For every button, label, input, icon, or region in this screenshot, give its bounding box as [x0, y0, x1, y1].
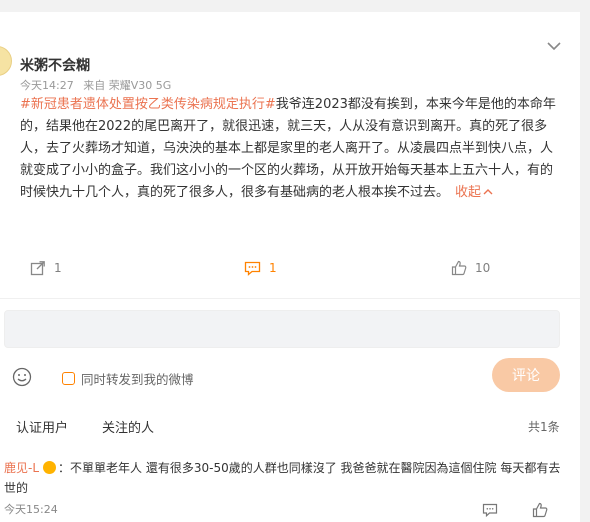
- checkbox[interactable]: [62, 372, 75, 385]
- repost-checkbox[interactable]: 同时转发到我的微博: [62, 369, 194, 388]
- collapse-link[interactable]: 收起: [455, 185, 493, 200]
- submit-comment-button[interactable]: 评论: [492, 358, 560, 392]
- comment-icon: [244, 261, 261, 276]
- emoji-icon[interactable]: [12, 367, 32, 387]
- hashtag-link[interactable]: #新冠患者遗体处置按乙类传染病规定执行#: [20, 97, 276, 112]
- post-card: 米粥不会糊 今天14:27 来自 荣耀V30 5G #新冠患者遗体处置按乙类传染…: [0, 12, 580, 522]
- reply-icon[interactable]: [482, 502, 498, 518]
- comment-input[interactable]: [4, 310, 560, 348]
- post-time[interactable]: 今天14:27: [20, 79, 74, 92]
- repost-count: 1: [54, 261, 62, 275]
- divider: [0, 298, 580, 299]
- avatar[interactable]: [0, 46, 12, 76]
- comment-button[interactable]: 1: [244, 256, 277, 280]
- chevron-up-icon: [483, 189, 493, 195]
- post-source: 来自 荣耀V30 5G: [83, 79, 172, 92]
- emoji-badge-icon: [43, 461, 57, 474]
- comment-time: 今天15:24: [4, 503, 58, 516]
- chevron-down-icon[interactable]: [544, 38, 564, 54]
- collapse-label: 收起: [455, 185, 482, 200]
- repost-icon: [30, 261, 45, 276]
- comment-item: 鹿见-L ：不單單老年人 還有很多30-50歲的人群也同樣沒了 我爸爸就在醫院因為…: [4, 458, 564, 498]
- post-meta: 今天14:27 来自 荣耀V30 5G: [20, 77, 177, 93]
- post-content: #新冠患者遗体处置按乙类传染病规定执行#我爷连2023都没有挨到，本来今年是他的…: [20, 94, 565, 204]
- filter-verified[interactable]: 认证用户: [16, 417, 68, 436]
- comment-total: 共1条: [528, 420, 560, 434]
- thumbs-up-icon: [451, 260, 467, 276]
- comment-count: 1: [269, 261, 277, 275]
- like-button[interactable]: 10: [451, 256, 490, 280]
- like-count: 10: [475, 261, 491, 275]
- author-name[interactable]: 米粥不会糊: [20, 55, 90, 75]
- comment-user[interactable]: 鹿见-L: [4, 461, 39, 475]
- action-bar: 1 1 10: [0, 256, 580, 280]
- comment-like-icon[interactable]: [532, 502, 548, 518]
- repost-checkbox-label: 同时转发到我的微博: [81, 372, 194, 387]
- filter-following[interactable]: 关注的人: [102, 417, 154, 436]
- comment-text: ：不單單老年人 還有很多30-50歲的人群也同樣沒了 我爸爸就在醫院因為這個住院…: [4, 461, 561, 495]
- repost-button[interactable]: 1: [30, 256, 62, 280]
